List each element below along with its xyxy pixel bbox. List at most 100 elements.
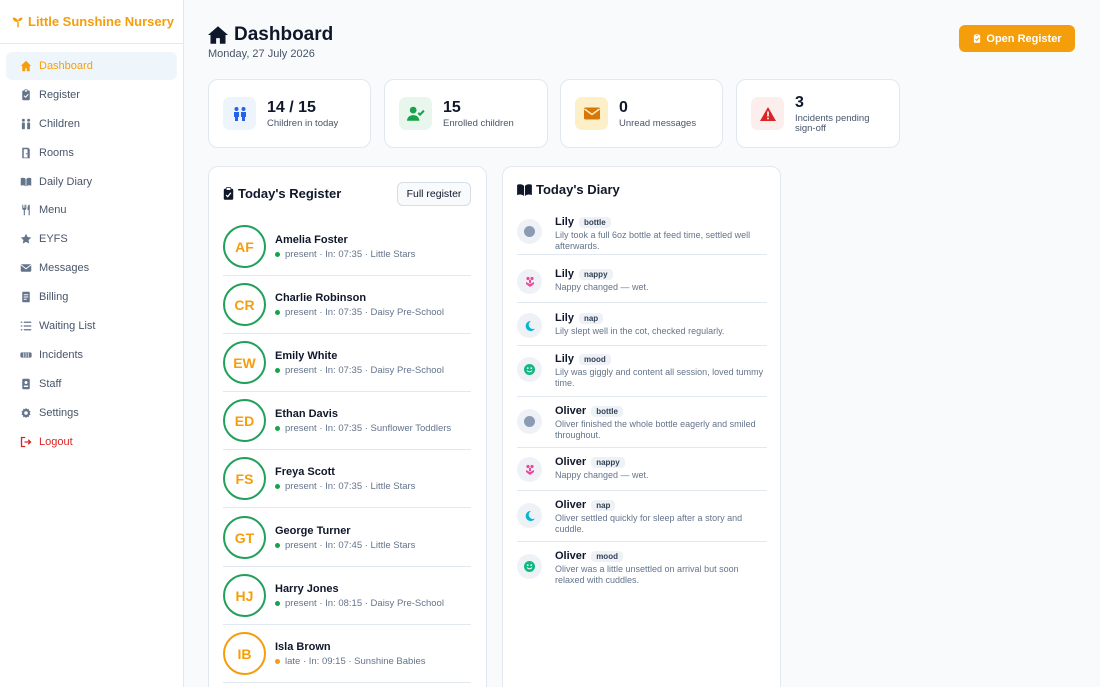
diary-entry[interactable]: Oliver mood Oliver was a little unsettled…	[517, 542, 767, 592]
stat-card-messages: 0 Unread messages	[560, 79, 723, 148]
child-name: Emily White	[275, 349, 338, 362]
sidebar-item-label: Waiting List	[39, 320, 96, 333]
child-status: present · In: 07:35 · Little Stars	[275, 481, 415, 492]
diary-child-name: Oliver bottle	[555, 405, 767, 417]
present-dot	[275, 367, 280, 373]
sidebar-item-label: Messages	[39, 262, 90, 275]
child-status: present · In: 07:35 · Sunflower Toddlers	[275, 423, 451, 434]
warning-icon	[751, 97, 784, 130]
child-name: Harry Jones	[275, 582, 339, 595]
register-row[interactable]: AF Amelia Foster present · In: 07:35 · L…	[223, 218, 471, 276]
clipboard-icon	[974, 33, 981, 43]
avatar: GT	[223, 516, 266, 559]
sidebar-item-label: Rooms	[39, 146, 74, 159]
diary-entry[interactable]: Lily mood Lily was giggly and content all…	[517, 346, 767, 397]
sidebar-item-label: Children	[39, 117, 80, 130]
sidebar-item-label: Register	[39, 88, 80, 101]
sidebar-item-children[interactable]: Children	[6, 110, 177, 138]
child-status: present · In: 07:35 · Daisy Pre-School	[275, 307, 444, 318]
entry-type-badge: nap	[591, 499, 616, 511]
full-register-button[interactable]: Full register	[397, 182, 471, 206]
child-meta: present · In: 07:35 · Sunflower Toddlers	[285, 422, 452, 434]
sidebar-item-dashboard[interactable]: Dashboard	[6, 52, 177, 80]
sidebar-item-register[interactable]: Register	[6, 81, 177, 109]
smile-icon	[517, 554, 542, 579]
diary-entry[interactable]: Oliver nap Oliver settled quickly for sle…	[517, 491, 767, 542]
open-register-button[interactable]: Open Register	[959, 25, 1075, 52]
child-meta: present · In: 07:35 · Daisy Pre-School	[285, 306, 444, 318]
child-name: Ethan Davis	[275, 407, 338, 420]
sidebar-item-incidents[interactable]: Incidents	[6, 341, 177, 369]
sidebar-item-messages[interactable]: Messages	[6, 254, 177, 282]
register-row[interactable]: HJ Harry Jones present · In: 08:15 · Dai…	[223, 567, 471, 625]
sidebar-item-label: Logout	[39, 435, 73, 448]
register-row[interactable]: ED Ethan Davis present · In: 07:35 · Sun…	[223, 392, 471, 450]
diary-text: Lily took a full 6oz bottle at feed time…	[555, 230, 751, 251]
diary-child-name: Lily nappy	[555, 268, 767, 280]
stat-card-enrolled: 15 Enrolled children	[384, 79, 548, 148]
register-row[interactable]: FS Freya Scott present · In: 07:35 · Lit…	[223, 450, 471, 508]
diary-text: Oliver settled quickly for sleep after a…	[555, 513, 743, 534]
sidebar-item-settings[interactable]: Settings	[6, 399, 177, 427]
avatar: CR	[223, 283, 266, 326]
child-name: George Turner	[275, 524, 351, 537]
entry-type-badge: bottle	[591, 405, 623, 417]
sidebar-item-rooms[interactable]: Rooms	[6, 139, 177, 167]
diary-entry[interactable]: Lily nappy Nappy changed — wet.	[517, 259, 767, 303]
child-name: Freya Scott	[275, 465, 335, 478]
register-row[interactable]: CR Charlie Robinson present · In: 07:35 …	[223, 276, 471, 334]
nappy-icon	[517, 457, 542, 482]
child-name: Oliver	[555, 405, 587, 417]
stat-label: Children in today	[267, 117, 339, 129]
stat-value: 3	[795, 93, 804, 111]
entry-type-badge: mood	[578, 353, 611, 365]
entry-type-badge: nappy	[578, 268, 613, 280]
sidebar-item-logout[interactable]: Logout	[6, 428, 177, 456]
register-row[interactable]: EW Emily White present · In: 07:35 · Dai…	[223, 334, 471, 392]
child-meta: present · In: 07:35 · Daisy Pre-School	[285, 364, 444, 376]
diary-entry[interactable]: Oliver bottle Oliver finished the whole b…	[517, 397, 767, 448]
receipt-icon	[19, 291, 32, 304]
sidebar-item-menu[interactable]: Menu	[6, 196, 177, 224]
door-icon	[19, 146, 32, 159]
sidebar-item-billing[interactable]: Billing	[6, 283, 177, 311]
present-dot	[275, 483, 280, 489]
avatar: FS	[223, 457, 266, 500]
sidebar-item-label: Incidents	[39, 348, 84, 361]
page-title: Dashboard	[208, 24, 333, 46]
child-name: Charlie Robinson	[275, 291, 367, 304]
diary-entry[interactable]: Oliver nappy Nappy changed — wet.	[517, 448, 767, 491]
stat-card-incidents: 3 Incidents pending sign-off	[736, 79, 900, 148]
moon-icon	[517, 503, 542, 528]
brand[interactable]: Little Sunshine Nursery	[0, 0, 183, 44]
smile-icon	[517, 357, 542, 382]
bandage-icon	[19, 348, 32, 361]
present-dot	[275, 309, 280, 315]
diary-title-text: Today's Diary	[536, 182, 620, 197]
sidebar-item-label: EYFS	[39, 233, 68, 246]
entry-type-badge: mood	[591, 550, 623, 562]
sidebar-item-staff[interactable]: Staff	[6, 370, 177, 398]
sidebar-item-label: Menu	[39, 204, 67, 217]
child-status: present · In: 07:35 · Daisy Pre-School	[275, 365, 444, 376]
register-row[interactable]: GT George Turner present · In: 07:45 · L…	[223, 509, 471, 567]
register-title-text: Today's Register	[238, 186, 342, 201]
diary-text: Lily was giggly and content all session,…	[555, 367, 764, 388]
register-row[interactable]: IB Isla Brown late · In: 09:15 · Sunshin…	[223, 625, 471, 683]
sidebar-item-waiting-list[interactable]: Waiting List	[6, 312, 177, 340]
register-title: Today's Register	[223, 186, 341, 201]
sidebar-item-eyfs[interactable]: EYFS	[6, 225, 177, 253]
stat-value: 0	[619, 98, 628, 116]
sidebar-item-label: Dashboard	[39, 60, 93, 72]
diary-entry[interactable]: Lily nap Lily slept well in the cot, chec…	[517, 303, 767, 346]
avatar: EW	[223, 341, 266, 384]
sidebar-item-label: Daily Diary	[39, 175, 93, 188]
child-name: Isla Brown	[275, 640, 331, 653]
diary-entry[interactable]: Lily bottle Lily took a full 6oz bottle a…	[517, 211, 767, 255]
sidebar-item-daily-diary[interactable]: Daily Diary	[6, 168, 177, 196]
diary-title: Today's Diary	[517, 182, 620, 197]
bottle-icon	[517, 409, 542, 434]
sidebar-nav: Dashboard Register Children Rooms Daily …	[0, 44, 183, 464]
present-dot	[275, 542, 280, 548]
late-dot	[275, 658, 280, 664]
